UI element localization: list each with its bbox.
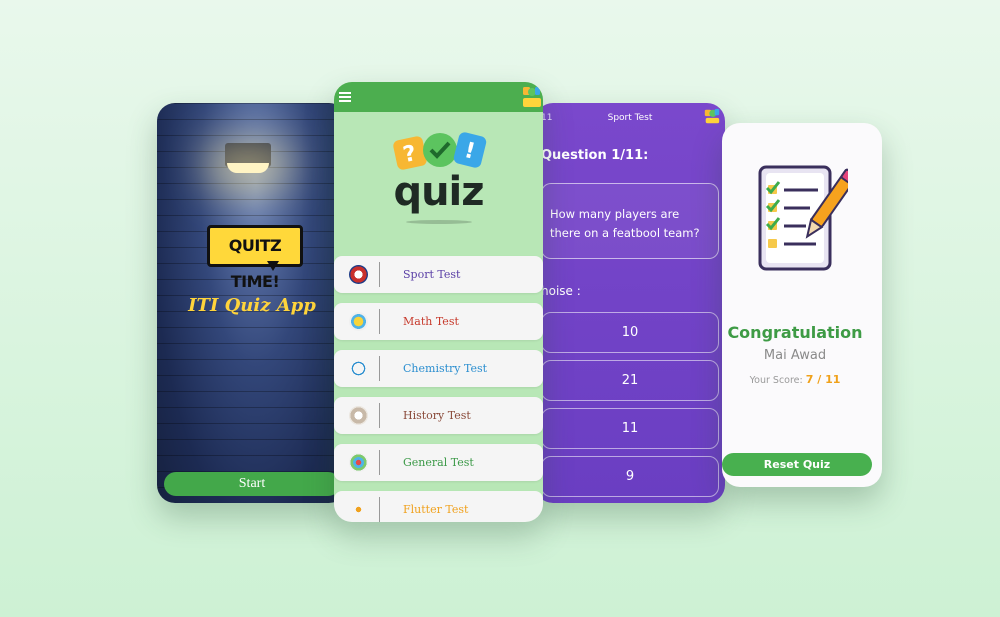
option-button[interactable]: 21 xyxy=(541,360,719,401)
speech-bubble-tail xyxy=(267,261,279,271)
category-item-flutter[interactable]: Flutter Test xyxy=(334,491,543,522)
result-screen: Congratulation Mai Awad Your Score: 7 / … xyxy=(722,123,882,487)
home-screen: ? ! quiz Sport Test Math Test Chemistry … xyxy=(334,82,543,522)
app-title: ITI Quiz App xyxy=(188,295,316,316)
menu-icon[interactable] xyxy=(339,92,351,102)
splash-screen: QUITZ TIME! ITI Quiz App Start xyxy=(157,103,347,503)
soccer-ball-icon xyxy=(349,265,368,284)
question-text: How many players are there on a featbool… xyxy=(550,207,700,240)
quiz-time-badge: QUITZ TIME! xyxy=(207,225,303,291)
history-icon xyxy=(349,406,368,425)
category-item-math[interactable]: Math Test xyxy=(334,303,543,340)
category-label: Math Test xyxy=(403,315,459,328)
category-item-general[interactable]: General Test xyxy=(334,444,543,481)
quiz-logo-icon xyxy=(704,108,720,124)
question-app-bar: 11 Sport Test xyxy=(535,103,725,133)
question-screen-title: Sport Test xyxy=(607,113,653,123)
lightbulb-icon xyxy=(349,312,368,331)
divider xyxy=(379,309,380,334)
category-item-chemistry[interactable]: Chemistry Test xyxy=(334,350,543,387)
flask-icon xyxy=(349,359,368,378)
category-item-sport[interactable]: Sport Test xyxy=(334,256,543,293)
divider xyxy=(379,497,380,522)
score-label: Your Score: xyxy=(749,375,803,386)
checklist-pencil-icon xyxy=(758,165,848,271)
congratulation-heading: Congratulation xyxy=(727,323,863,342)
option-button[interactable]: 9 xyxy=(541,456,719,497)
option-button[interactable]: 10 xyxy=(541,312,719,353)
general-icon xyxy=(349,453,368,472)
question-number: Question 1/11: xyxy=(541,148,649,163)
lamp-light xyxy=(227,163,269,173)
home-app-bar xyxy=(334,82,543,112)
divider xyxy=(379,450,380,475)
user-name: Mai Awad xyxy=(763,348,827,363)
code-icon xyxy=(349,500,368,519)
choice-label: hoise : xyxy=(541,284,581,298)
question-screen: 11 Sport Test Question 1/11: How many pl… xyxy=(535,103,725,503)
logo-shadow xyxy=(406,220,472,224)
category-label: Sport Test xyxy=(403,268,461,281)
category-label: General Test xyxy=(403,456,474,469)
start-button[interactable]: Start xyxy=(164,472,340,496)
reset-quiz-button[interactable]: Reset Quiz xyxy=(722,453,872,476)
score-value: 7 / 11 xyxy=(805,373,841,386)
category-item-history[interactable]: History Test xyxy=(334,397,543,434)
divider xyxy=(379,262,380,287)
score-line: Your Score: 7 / 11 xyxy=(722,373,868,386)
divider xyxy=(379,403,380,428)
category-label: Chemistry Test xyxy=(403,362,488,375)
category-label: History Test xyxy=(403,409,471,422)
category-label: Flutter Test xyxy=(403,503,469,516)
option-button[interactable]: 11 xyxy=(541,408,719,449)
divider xyxy=(379,356,380,381)
quiz-logo-text: quiz xyxy=(393,169,484,215)
quiz-logo-icon xyxy=(523,87,541,107)
